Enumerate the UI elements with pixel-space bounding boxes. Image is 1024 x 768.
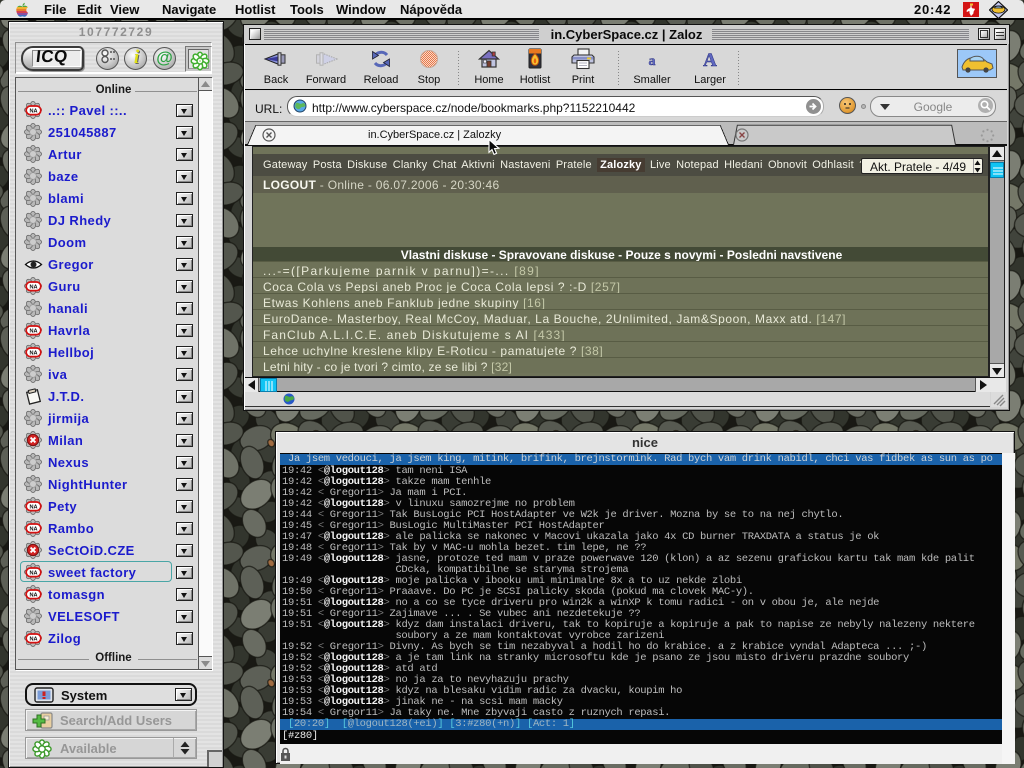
svg-text:NA: NA xyxy=(29,637,37,643)
svg-text:NA: NA xyxy=(29,109,37,115)
svg-text:A: A xyxy=(703,50,717,70)
svg-text:NA: NA xyxy=(29,505,37,511)
svg-text:NA: NA xyxy=(29,571,37,577)
svg-text:NA: NA xyxy=(29,527,37,533)
svg-text:NA: NA xyxy=(29,285,37,291)
svg-text:NA: NA xyxy=(29,351,37,357)
svg-text:a: a xyxy=(649,54,656,69)
svg-text:NA: NA xyxy=(29,593,37,599)
svg-text:NA: NA xyxy=(29,329,37,335)
